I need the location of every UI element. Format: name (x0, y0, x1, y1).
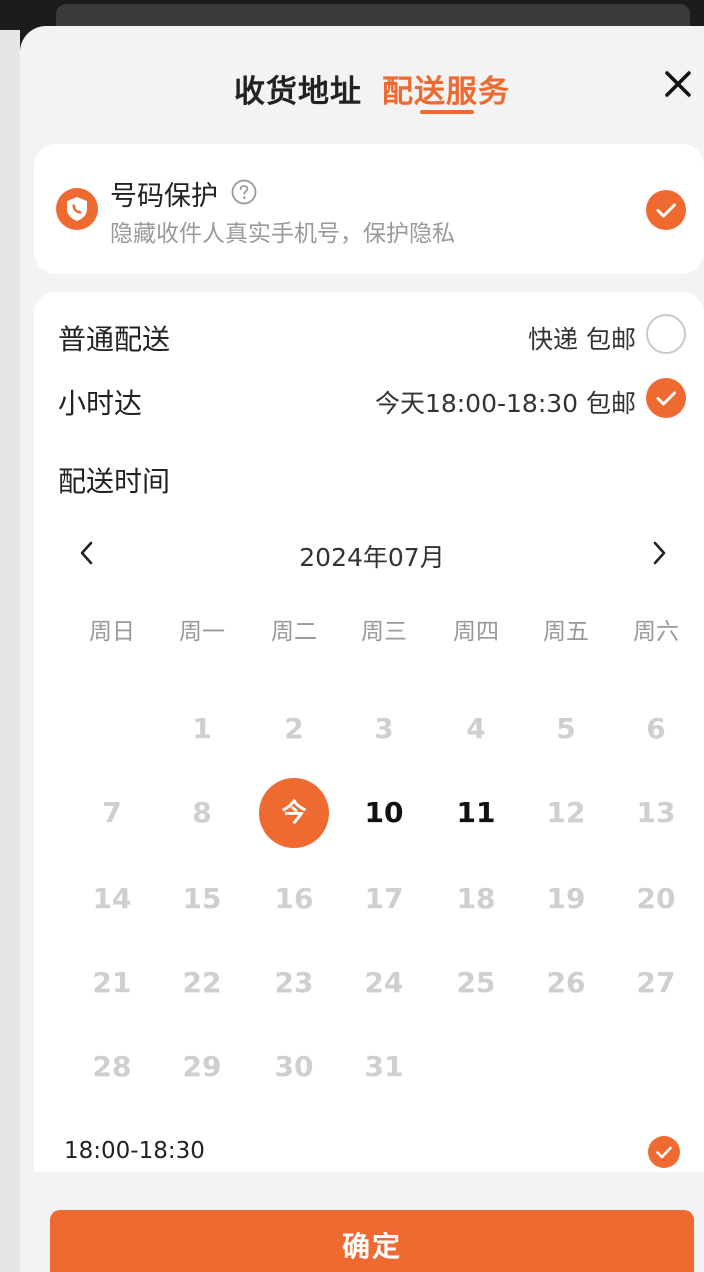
tab-address[interactable]: 收货地址 (234, 66, 362, 111)
calendar-day: 19 (546, 882, 586, 915)
calendar-day: 21 (92, 966, 132, 999)
normal-delivery-value: 快递 包邮 (528, 325, 636, 354)
calendar-day: 22 (182, 966, 222, 999)
confirm-button[interactable]: 确定 (50, 1210, 694, 1272)
calendar-day: 8 (192, 796, 212, 829)
calendar-day: 28 (92, 1050, 132, 1083)
calendar-day: 17 (364, 882, 404, 915)
calendar-day: 4 (466, 712, 486, 745)
calendar-day: 18 (456, 882, 496, 915)
chevron-right-icon[interactable] (644, 536, 674, 570)
weekday-label: 周二 (271, 619, 317, 645)
calendar-day: 26 (546, 966, 586, 999)
weekday-label: 周日 (89, 619, 135, 645)
hour-delivery-value: 今天18:00-18:30 包邮 (374, 389, 636, 418)
calendar-day: 20 (636, 882, 676, 915)
calendar-day: 7 (102, 796, 122, 829)
calendar-day: 2 (284, 712, 304, 745)
time-slot-check-icon[interactable] (648, 1136, 680, 1168)
normal-delivery-radio[interactable] (646, 314, 686, 354)
weekday-label: 周六 (633, 619, 679, 645)
calendar-day: 15 (182, 882, 222, 915)
calendar-day-today[interactable]: 今 (259, 778, 329, 848)
phone-shield-icon (56, 188, 98, 230)
calendar-day: 16 (274, 882, 314, 915)
weekday-label: 周四 (453, 619, 499, 645)
calendar-day: 24 (364, 966, 404, 999)
delivery-sheet: 收货地址 配送服务 号码保护 隐藏收件人真实手机号，保护隐私 普通配送 快递 包… (20, 26, 704, 1272)
calendar-day: 3 (374, 712, 394, 745)
calendar-day: 13 (636, 796, 676, 829)
calendar-day: 6 (646, 712, 666, 745)
left-edge (0, 30, 20, 1272)
number-protection-subtitle: 隐藏收件人真实手机号，保护隐私 (110, 221, 455, 247)
calendar-day: 30 (274, 1050, 314, 1083)
tab-bar: 收货地址 配送服务 (20, 66, 704, 146)
number-protection-card: 号码保护 隐藏收件人真实手机号，保护隐私 (34, 144, 704, 274)
number-protection-title: 号码保护 (110, 181, 218, 212)
time-slot-label: 18:00-18:30 (64, 1138, 205, 1164)
question-icon[interactable] (230, 178, 258, 206)
delivery-time-title: 配送时间 (58, 465, 171, 498)
number-protection-check-icon[interactable] (646, 190, 686, 230)
calendar-day: 25 (456, 966, 496, 999)
calendar-month: 2024年07月 (299, 543, 445, 572)
weekday-label: 周一 (179, 619, 225, 645)
calendar-day: 31 (364, 1050, 404, 1083)
calendar-day: 23 (274, 966, 314, 999)
calendar-day: 27 (636, 966, 676, 999)
tab-delivery[interactable]: 配送服务 (382, 66, 510, 111)
calendar-day-available[interactable]: 11 (441, 778, 511, 848)
calendar-day: 5 (556, 712, 576, 745)
weekday-label: 周三 (361, 619, 407, 645)
calendar-day: 29 (182, 1050, 222, 1083)
calendar-day: 14 (92, 882, 132, 915)
calendar-day-available[interactable]: 10 (349, 778, 419, 848)
calendar-day: 1 (192, 712, 212, 745)
tab-active-indicator (420, 110, 474, 114)
hour-delivery-check-icon[interactable] (646, 378, 686, 418)
calendar-days: 1 2 3 4 5 6 7 8 今 10 11 12 13 14 15 16 17 18 19 20 21 22 23 24 2… (34, 682, 704, 1102)
calendar-weekdays: 周日 周一 周二 周三 周四 周五 周六 (34, 612, 704, 652)
weekday-label: 周五 (543, 619, 589, 645)
calendar-day: 12 (546, 796, 586, 829)
hour-delivery-label: 小时达 (58, 387, 143, 420)
normal-delivery-label: 普通配送 (58, 323, 171, 356)
close-icon[interactable] (660, 66, 696, 102)
delivery-options-card: 普通配送 快递 包邮 小时达 今天18:00-18:30 包邮 配送时间 202… (34, 292, 704, 1172)
